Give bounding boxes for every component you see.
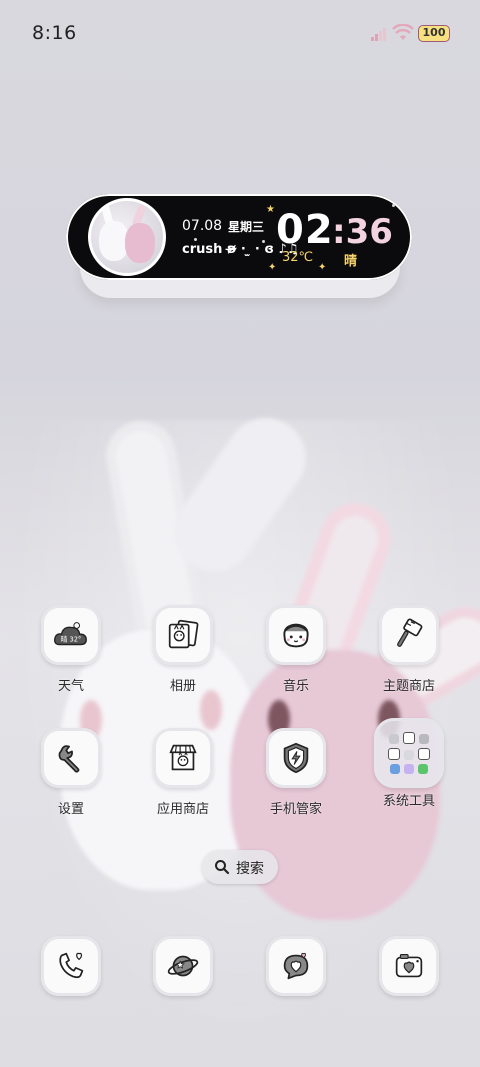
app-label: 设置 [57, 802, 84, 817]
sparkle-dot [194, 238, 197, 241]
sparkle-dot [392, 204, 395, 207]
shield-icon [266, 728, 326, 788]
app-theme-store[interactable]: 主题商店 [367, 605, 451, 694]
dock-browser[interactable] [141, 936, 225, 996]
search-icon [215, 860, 230, 875]
widget-temperature: 32℃ [282, 250, 314, 265]
app-system-tools-folder[interactable]: 系统工具 [367, 718, 451, 809]
app-label: 手机管家 [269, 802, 322, 817]
app-label: 音乐 [282, 679, 309, 694]
dock-camera[interactable] [367, 936, 451, 996]
phone-heart-icon [41, 936, 101, 996]
search-label: 搜索 [236, 861, 264, 877]
dock-messages[interactable] [254, 936, 338, 996]
app-app-store[interactable]: 应用商店 [141, 728, 225, 817]
store-icon [153, 728, 213, 788]
battery-indicator: 100 [418, 25, 450, 42]
widget-hour: 02 [276, 207, 334, 253]
star-icon: ✦ [268, 262, 277, 273]
photo-album-icon [153, 605, 213, 665]
weather-cloud-icon: 晴 32° [41, 605, 101, 665]
app-music[interactable]: 音乐 [254, 605, 338, 694]
weather-badge: 晴 32° [61, 635, 82, 644]
search-button[interactable]: 搜索 [202, 850, 278, 884]
dock-phone[interactable] [29, 936, 113, 996]
widget-avatar [88, 198, 166, 276]
star-icon: ✦ [318, 262, 327, 273]
sparkle-dot [262, 240, 265, 243]
planet-icon [153, 936, 213, 996]
app-label: 主题商店 [382, 679, 435, 694]
status-time: 8:16 [32, 22, 77, 44]
wrench-icon [41, 728, 101, 788]
widget-date: 07.08 [182, 218, 223, 234]
app-label: 相册 [169, 679, 196, 694]
status-bar: 8:16 100 [0, 0, 480, 66]
paint-brush-icon [379, 605, 439, 665]
wallpaper [0, 0, 480, 1067]
camera-heart-icon [379, 936, 439, 996]
music-face-icon [266, 605, 326, 665]
star-icon: ★ [266, 204, 275, 215]
wifi-icon [392, 24, 414, 40]
cellular-signal-icon [371, 28, 386, 41]
widget-weather: 晴 [344, 254, 358, 269]
app-phone-manager[interactable]: 手机管家 [254, 728, 338, 817]
widget-minute: :36 [332, 212, 393, 252]
widget-weekday: 星期三 [228, 220, 265, 234]
app-album[interactable]: 相册 [141, 605, 225, 694]
app-settings[interactable]: 设置 [29, 728, 113, 817]
folder-icon [374, 718, 444, 788]
app-weather[interactable]: 晴 32° 天气 [29, 605, 113, 694]
app-label: 天气 [57, 679, 84, 694]
app-label: 应用商店 [156, 802, 209, 817]
chat-heart-icon [266, 936, 326, 996]
app-label: 系统工具 [382, 794, 435, 809]
